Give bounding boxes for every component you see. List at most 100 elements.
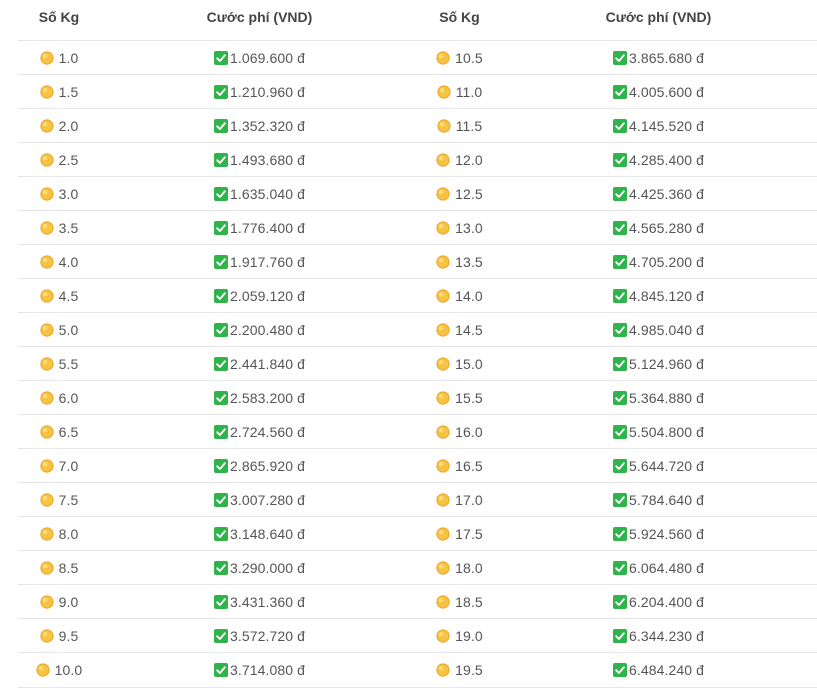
sun-icon	[40, 526, 54, 541]
table-row: 2.0 1.352.320 đ 11.5 4.145.520 đ	[18, 108, 817, 143]
header-fee-2: Cước phí (VND)	[500, 0, 817, 41]
fee-value: 6.344.230 đ	[628, 627, 705, 644]
weight-value: 12.5	[455, 185, 483, 202]
fee-value: 2.200.480 đ	[229, 321, 306, 338]
sun-icon	[40, 492, 54, 507]
check-icon	[612, 628, 627, 643]
sun-icon	[436, 356, 450, 371]
weight-cell-left: 4.0	[18, 244, 100, 279]
fee-cell-right: 5.644.720 đ	[500, 448, 817, 483]
table-row: 1.5 1.210.960 đ 11.0 4.005.600 đ	[18, 74, 817, 109]
sun-icon	[40, 84, 54, 99]
fee-cell-left: 3.290.000 đ	[100, 550, 419, 585]
fee-cell-left: 1.776.400 đ	[100, 210, 419, 245]
fee-cell-right: 6.484.240 đ	[500, 652, 817, 688]
fee-cell-right: 4.845.120 đ	[500, 278, 817, 313]
sun-icon	[436, 560, 450, 575]
fee-value: 2.059.120 đ	[229, 287, 306, 304]
weight-value: 19.5	[455, 662, 483, 678]
check-icon	[213, 492, 228, 507]
fee-value: 5.124.960 đ	[628, 355, 705, 372]
check-icon	[213, 356, 228, 371]
header-fee-1: Cước phí (VND)	[100, 0, 419, 41]
weight-value: 6.0	[58, 389, 79, 406]
fee-cell-right: 4.705.200 đ	[500, 244, 817, 279]
fee-value: 5.784.640 đ	[628, 491, 705, 508]
weight-value: 10.0	[54, 662, 83, 678]
check-icon	[213, 288, 228, 303]
sun-icon	[436, 254, 450, 269]
weight-cell-right: 17.0	[419, 482, 500, 517]
weight-value: 19.0	[455, 627, 483, 644]
fee-cell-left: 1.210.960 đ	[100, 74, 419, 109]
header-weight-2: Số Kg	[419, 0, 500, 41]
sun-icon	[436, 322, 450, 337]
weight-cell-right: 11.5	[419, 108, 500, 143]
weight-cell-right: 16.0	[419, 414, 500, 449]
fee-value: 3.714.080 đ	[229, 662, 306, 678]
weight-value: 9.5	[58, 627, 79, 644]
weight-cell-right: 12.5	[419, 176, 500, 211]
weight-value: 10.5	[455, 49, 483, 66]
table-row: 10.0 3.714.080 đ 19.5 6.484.240 đ	[18, 652, 817, 688]
sun-icon	[40, 220, 54, 235]
table-row: 7.0 2.865.920 đ 16.5 5.644.720 đ	[18, 448, 817, 483]
fee-cell-left: 3.007.280 đ	[100, 482, 419, 517]
check-icon	[213, 458, 228, 473]
fee-value: 4.845.120 đ	[628, 287, 705, 304]
table-row: 9.5 3.572.720 đ 19.0 6.344.230 đ	[18, 618, 817, 653]
fee-value: 4.145.520 đ	[628, 117, 705, 134]
weight-value: 16.0	[455, 423, 483, 440]
weight-value: 4.0	[58, 253, 79, 270]
check-icon	[612, 220, 627, 235]
sun-icon	[436, 526, 450, 541]
table-row: 7.5 3.007.280 đ 17.0 5.784.640 đ	[18, 482, 817, 517]
weight-value: 9.0	[58, 593, 79, 610]
fee-value: 4.005.600 đ	[628, 83, 705, 100]
weight-cell-right: 17.5	[419, 516, 500, 551]
sun-icon	[436, 492, 450, 507]
fee-value: 4.705.200 đ	[628, 253, 705, 270]
fee-value: 6.484.240 đ	[628, 662, 705, 678]
shipping-rate-table: Số Kg Cước phí (VND) Số Kg Cước phí (VND…	[18, 0, 817, 688]
weight-cell-right: 10.5	[419, 40, 500, 75]
sun-icon	[40, 50, 54, 65]
weight-cell-left: 4.5	[18, 278, 100, 313]
weight-value: 18.5	[455, 593, 483, 610]
sun-icon	[40, 152, 54, 167]
sun-icon	[40, 628, 54, 643]
check-icon	[612, 594, 627, 609]
table-row: 5.5 2.441.840 đ 15.0 5.124.960 đ	[18, 346, 817, 381]
sun-icon	[40, 594, 54, 609]
check-icon	[612, 254, 627, 269]
fee-value: 2.724.560 đ	[229, 423, 306, 440]
sun-icon	[436, 288, 450, 303]
weight-value: 1.5	[58, 83, 79, 100]
check-icon	[213, 526, 228, 541]
weight-cell-left: 6.0	[18, 380, 100, 415]
check-icon	[612, 492, 627, 507]
check-icon	[213, 220, 228, 235]
header-weight-1-label: Số Kg	[38, 9, 80, 25]
fee-value: 3.572.720 đ	[229, 627, 306, 644]
fee-value: 4.985.040 đ	[628, 321, 705, 338]
weight-cell-left: 3.5	[18, 210, 100, 245]
table-row: 9.0 3.431.360 đ 18.5 6.204.400 đ	[18, 584, 817, 619]
weight-cell-left: 1.0	[18, 40, 100, 75]
fee-cell-right: 5.924.560 đ	[500, 516, 817, 551]
sun-icon	[436, 458, 450, 473]
weight-cell-right: 13.5	[419, 244, 500, 279]
table-row: 1.0 1.069.600 đ 10.5 3.865.680 đ	[18, 40, 817, 75]
weight-value: 3.0	[58, 185, 79, 202]
sun-icon	[40, 118, 54, 133]
sun-icon	[436, 663, 450, 677]
check-icon	[213, 390, 228, 405]
header-weight-1: Số Kg	[18, 0, 100, 41]
check-icon	[612, 526, 627, 541]
fee-value: 4.565.280 đ	[628, 219, 705, 236]
header-fee-2-label: Cước phí (VND)	[605, 9, 712, 25]
fee-cell-right: 4.565.280 đ	[500, 210, 817, 245]
header-row: Số Kg Cước phí (VND) Số Kg Cước phí (VND…	[18, 0, 817, 41]
table-row: 3.5 1.776.400 đ 13.0 4.565.280 đ	[18, 210, 817, 245]
table-row: 5.0 2.200.480 đ 14.5 4.985.040 đ	[18, 312, 817, 347]
